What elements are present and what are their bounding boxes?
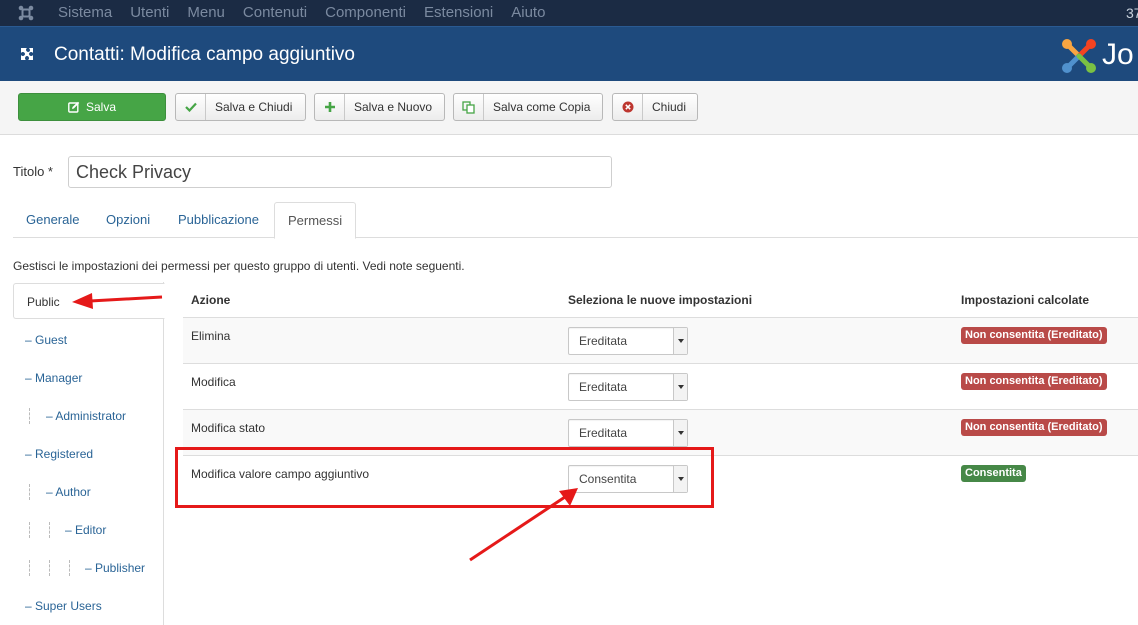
action-label: Elimina [191,329,231,343]
column-header-new-setting: Seleziona le nuove impostazioni [568,293,753,307]
save-button[interactable]: Salva [18,93,166,121]
page-title: Contatti: Modifica campo aggiuntivo [54,44,355,65]
title-field[interactable] [68,156,612,188]
column-header-action: Azione [191,293,231,307]
check-icon [176,94,206,120]
user-groups-nav: Public – Guest – Manager – Administrator… [13,282,165,625]
close-label: Chiudi [652,100,687,114]
admin-menu-bar: Sistema Utenti Menu Contenuti Componenti… [0,0,1138,26]
tree-guide [29,408,30,424]
close-button[interactable]: Chiudi [612,93,698,121]
pencil-square-icon [68,94,80,120]
annotation-highlight-box [175,447,714,508]
save-and-new-label: Salva e Nuovo [354,100,433,114]
save-and-new-button[interactable]: Salva e Nuovo [314,93,445,121]
page-header: Contatti: Modifica campo aggiuntivo Jo [0,26,1138,81]
status-badge: Non consentita (Ereditato) [961,373,1107,390]
permission-select[interactable]: Ereditata [568,373,688,401]
brand-text: Jo [1102,38,1134,71]
tab-permessi[interactable]: Permessi [274,202,357,239]
group-registered[interactable]: – Registered [25,446,93,462]
status-badge: Non consentita (Ereditato) [961,419,1107,436]
tree-guide [49,522,50,538]
topbar-status-text: 37 [1126,5,1138,21]
tree-guide [69,560,70,576]
chevron-down-icon [673,328,687,354]
menu-componenti[interactable]: Componenti [325,0,406,26]
menu-sistema[interactable]: Sistema [58,0,112,26]
tree-guide [29,560,30,576]
select-value: Ereditata [579,426,628,440]
status-badge: Non consentita (Ereditato) [961,327,1107,344]
group-manager[interactable]: – Manager [25,370,82,386]
tab-generale[interactable]: Generale [13,202,92,238]
group-administrator[interactable]: – Administrator [46,408,126,424]
permission-select[interactable]: Ereditata [568,419,688,447]
table-row: Elimina Ereditata Non consentita (Eredit… [183,317,1138,363]
group-publisher[interactable]: – Publisher [85,560,145,576]
tree-guide [29,522,30,538]
save-as-copy-button[interactable]: Salva come Copia [453,93,603,121]
admin-menu: Sistema Utenti Menu Contenuti Componenti… [58,0,563,26]
tree-guide [49,560,50,576]
select-value: Ereditata [579,334,628,348]
permissions-intro: Gestisci le impostazioni dei permessi pe… [13,259,465,273]
tab-opzioni[interactable]: Opzioni [93,202,163,238]
save-and-close-label: Salva e Chiudi [215,100,293,114]
action-label: Modifica [191,375,236,389]
save-and-close-button[interactable]: Salva e Chiudi [175,93,306,121]
plus-icon [315,94,345,120]
group-super-users[interactable]: – Super Users [25,598,102,614]
chevron-down-icon [673,420,687,446]
save-as-copy-label: Salva come Copia [493,100,591,114]
tree-guide [29,484,30,500]
joomla-icon[interactable] [18,5,34,21]
menu-estensioni[interactable]: Estensioni [424,0,493,26]
menu-utenti[interactable]: Utenti [130,0,169,26]
group-author[interactable]: – Author [46,484,91,500]
permission-select[interactable]: Ereditata [568,327,688,355]
status-badge: Consentita [961,465,1026,482]
menu-aiuto[interactable]: Aiuto [511,0,545,26]
chevron-down-icon [673,374,687,400]
save-button-label: Salva [85,100,117,114]
copy-icon [454,94,484,120]
joomla-logo-icon [1062,39,1096,73]
menu-menu[interactable]: Menu [187,0,225,26]
puzzle-piece-icon [21,48,33,60]
toolbar: Salva Salva e Chiudi Salva e Nuovo Salva… [0,81,1138,135]
tab-bar: Generale Opzioni Pubblicazione Permessi [13,202,1138,239]
menu-contenuti[interactable]: Contenuti [243,0,307,26]
tab-pubblicazione[interactable]: Pubblicazione [165,202,272,238]
group-public[interactable]: Public [13,283,165,319]
group-guest[interactable]: – Guest [25,332,67,348]
cancel-circle-icon [613,94,643,120]
action-label: Modifica stato [191,421,266,435]
column-header-calculated: Impostazioni calcolate [961,293,1090,307]
select-value: Ereditata [579,380,628,394]
table-row: Modifica Ereditata Non consentita (Eredi… [183,363,1138,409]
group-editor[interactable]: – Editor [65,522,106,538]
title-label: Titolo * [13,164,53,179]
